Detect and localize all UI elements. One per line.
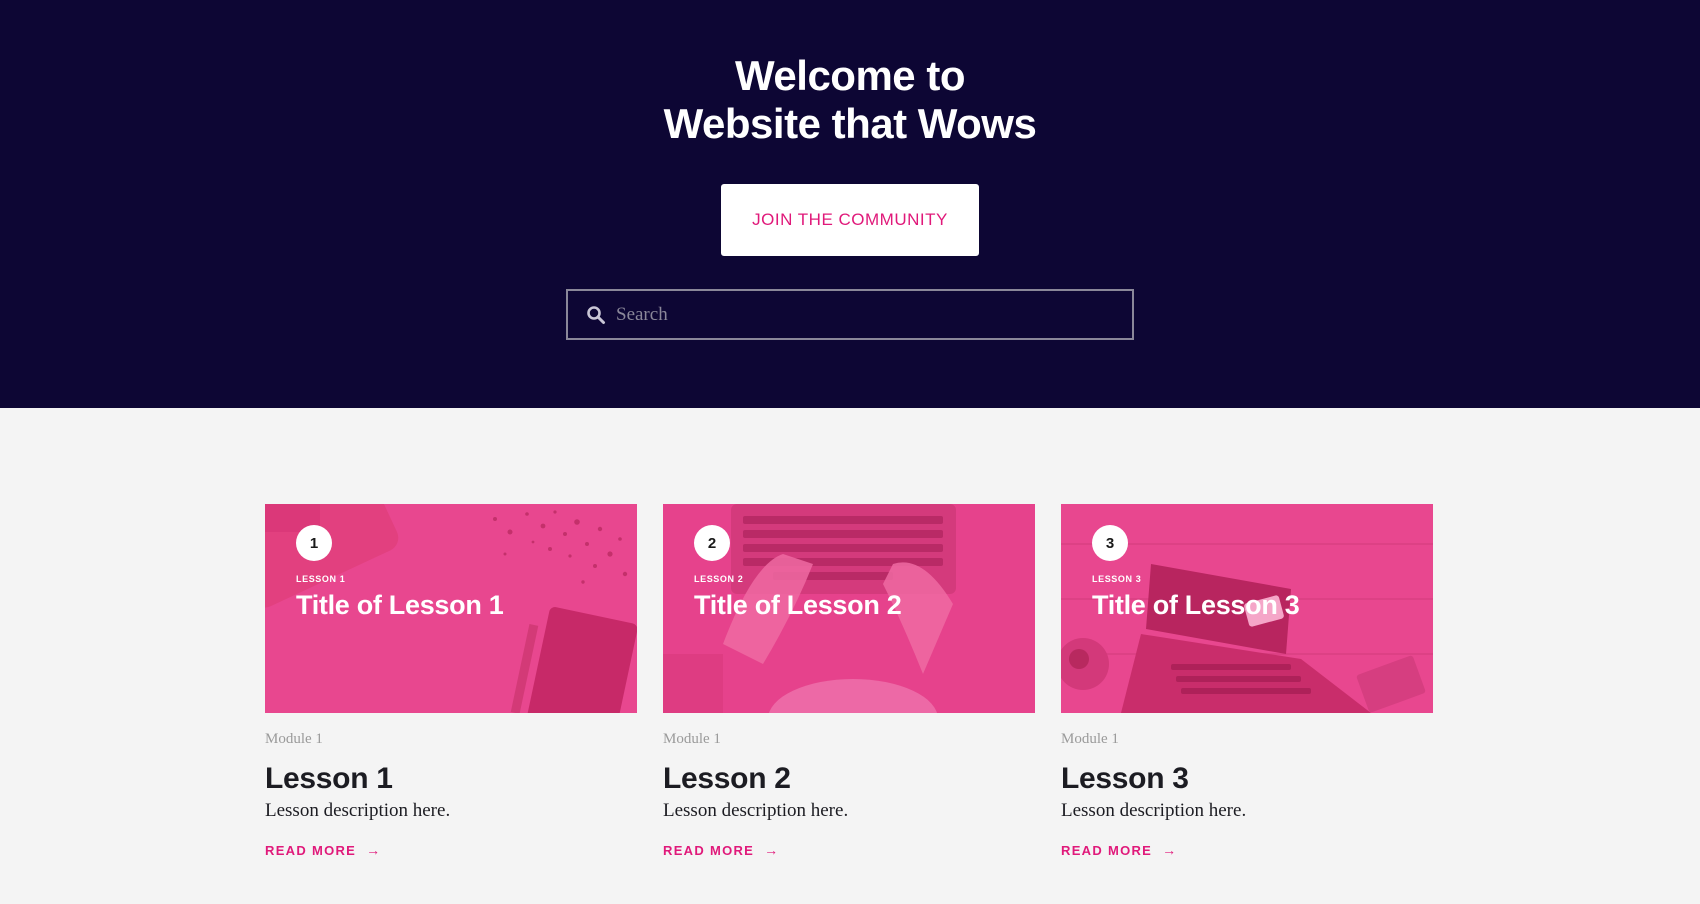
lesson-description: Lesson description here. [663, 800, 849, 821]
read-more-link[interactable]: READ MORE → [265, 842, 381, 858]
search-icon [586, 305, 606, 325]
lesson-title[interactable]: Lesson 2 [663, 762, 1035, 796]
hero-banner: Welcome to Website that Wows JOIN THE CO… [0, 0, 1700, 408]
hero-title-line-1: Welcome to [735, 52, 965, 99]
lesson-number-badge: 1 [296, 525, 332, 561]
thumbnail-kicker: LESSON 2 [694, 574, 744, 584]
thumbnail-title: Title of Lesson 3 [1092, 590, 1300, 620]
hero-title: Welcome to Website that Wows [0, 52, 1700, 148]
thumbnail-title: Title of Lesson 1 [296, 590, 504, 620]
lesson-title[interactable]: Lesson 1 [265, 762, 637, 796]
search-input[interactable] [616, 292, 1132, 337]
arrow-right-icon: → [1162, 842, 1178, 858]
lesson-number-badge: 2 [694, 525, 730, 561]
lesson-cards: 1 LESSON 1 Title of Lesson 1 Module 1 Le… [265, 504, 1433, 884]
lesson-card: 1 LESSON 1 Title of Lesson 1 Module 1 Le… [265, 504, 637, 860]
lesson-thumbnail[interactable]: 2 LESSON 2 Title of Lesson 2 [663, 504, 1035, 713]
lesson-card: 2 LESSON 2 Title of Lesson 2 Module 1 Le… [663, 504, 1035, 860]
read-more-label: READ MORE [265, 842, 357, 858]
search-box[interactable] [566, 289, 1134, 340]
arrow-right-icon: → [366, 842, 382, 858]
read-more-link[interactable]: READ MORE → [1061, 842, 1177, 858]
thumbnail-title: Title of Lesson 2 [694, 590, 902, 620]
lesson-title[interactable]: Lesson 3 [1061, 762, 1433, 796]
read-more-label: READ MORE [663, 842, 755, 858]
hero-title-line-2: Website that Wows [663, 100, 1037, 147]
thumbnail-kicker: LESSON 3 [1092, 574, 1142, 584]
module-label: Module 1 [265, 731, 323, 747]
join-community-button[interactable]: JOIN THE COMMUNITY [721, 184, 979, 256]
arrow-right-icon: → [764, 842, 780, 858]
thumbnail-kicker: LESSON 1 [296, 574, 346, 584]
lesson-card: 3 LESSON 3 Title of Lesson 3 Module 1 Le… [1061, 504, 1433, 860]
read-more-label: READ MORE [1061, 842, 1153, 858]
module-label: Module 1 [1061, 731, 1119, 747]
lesson-thumbnail[interactable]: 3 LESSON 3 Title of Lesson 3 [1061, 504, 1433, 713]
lesson-number-badge: 3 [1092, 525, 1128, 561]
lesson-description: Lesson description here. [265, 800, 451, 821]
lesson-description: Lesson description here. [1061, 800, 1247, 821]
lesson-thumbnail[interactable]: 1 LESSON 1 Title of Lesson 1 [265, 504, 637, 713]
module-label: Module 1 [663, 731, 721, 747]
read-more-link[interactable]: READ MORE → [663, 842, 779, 858]
